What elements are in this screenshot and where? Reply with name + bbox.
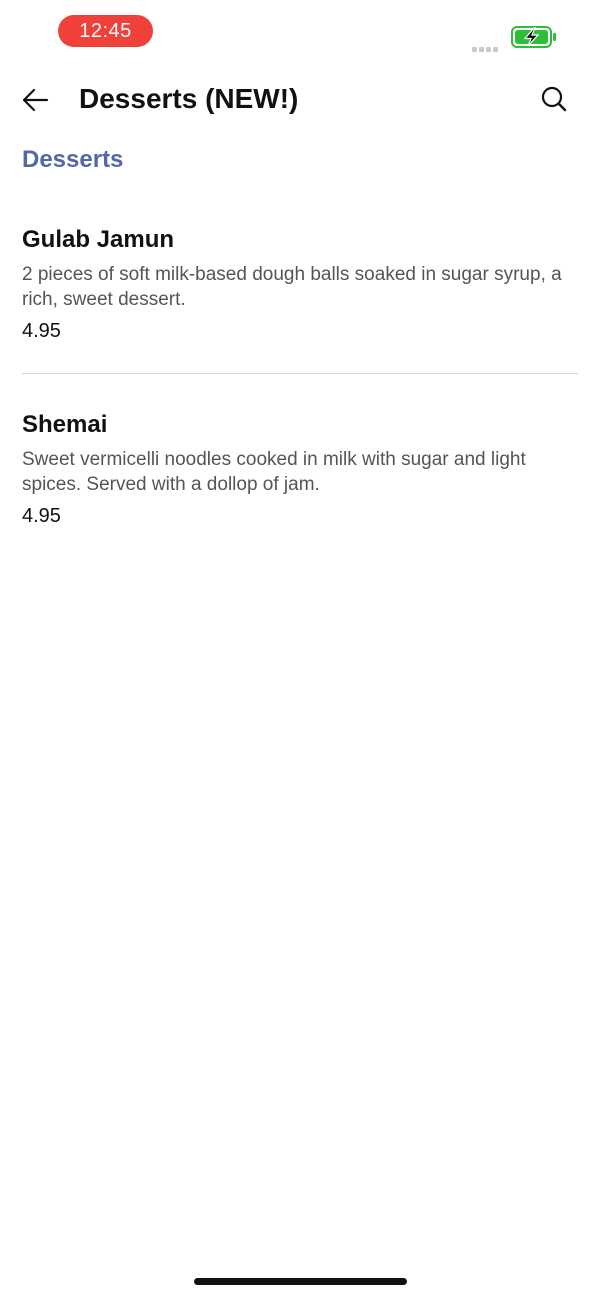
menu-list: Gulab Jamun 2 pieces of soft milk-based … — [22, 222, 578, 531]
item-description: 2 pieces of soft milk-based dough balls … — [22, 264, 562, 310]
menu-item[interactable]: Shemai Sweet vermicelli noodles cooked i… — [22, 407, 578, 531]
back-button[interactable] — [18, 82, 54, 118]
search-button[interactable] — [536, 82, 572, 118]
screen: 12:45 Desserts (NEW!) Desserts Gulab Jam… — [0, 0, 600, 1298]
page-title: Desserts (NEW!) — [79, 83, 299, 114]
category-title: Desserts — [22, 146, 124, 173]
home-indicator[interactable] — [194, 1278, 407, 1285]
status-time: 12:45 — [58, 15, 153, 47]
arrow-left-icon — [22, 88, 49, 112]
item-name: Gulab Jamun — [22, 226, 175, 253]
item-price: 4.95 — [22, 505, 61, 527]
item-price: 4.95 — [22, 320, 61, 342]
status-bar: 12:45 — [0, 0, 600, 62]
item-divider — [22, 373, 578, 374]
item-description: Sweet vermicelli noodles cooked in milk … — [22, 449, 526, 495]
search-icon — [541, 86, 567, 112]
signal-icon — [472, 39, 504, 52]
menu-item[interactable]: Gulab Jamun 2 pieces of soft milk-based … — [22, 222, 578, 346]
battery-charging-icon — [511, 26, 556, 48]
app-header: Desserts (NEW!) — [0, 70, 600, 130]
item-name: Shemai — [22, 411, 108, 438]
